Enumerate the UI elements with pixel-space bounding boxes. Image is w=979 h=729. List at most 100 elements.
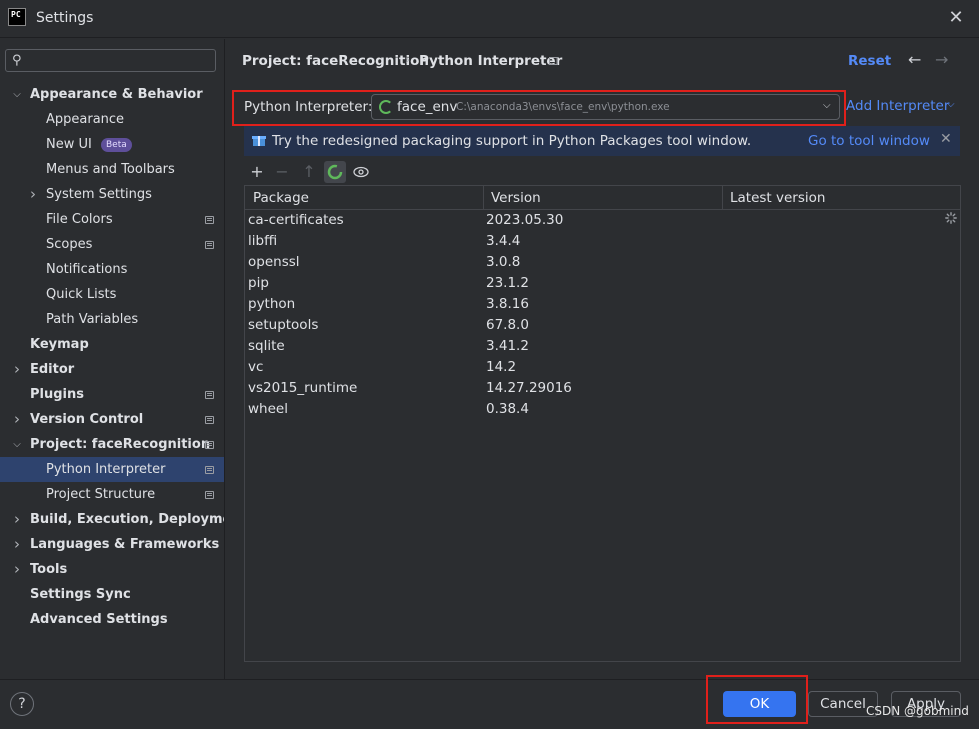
sidebar-item[interactable]: New UI Beta: [0, 132, 224, 157]
conda-toggle-icon[interactable]: [324, 161, 346, 183]
settings-sidebar: ⚲ ⌵ Appearance & Behavior Appearance New UI…: [0, 39, 247, 679]
back-arrow-icon[interactable]: ←: [908, 50, 921, 69]
sidebar-item-label: Version Control: [30, 412, 144, 427]
sidebar-item[interactable]: ⌵ Appearance & Behavior: [0, 82, 224, 107]
package-name-cell: vc: [248, 359, 264, 375]
chevron-right-icon[interactable]: ›: [10, 507, 24, 532]
package-name-cell: setuptools: [248, 317, 319, 333]
chevron-right-icon[interactable]: ›: [10, 532, 24, 557]
reset-button[interactable]: Reset: [848, 53, 891, 69]
packaging-banner: Try the redesigned packaging support in …: [244, 126, 960, 156]
sidebar-item[interactable]: Project Structure: [0, 482, 224, 507]
sidebar-item[interactable]: › Version Control: [0, 407, 224, 432]
table-row[interactable]: vs2015_runtime 14.27.29016: [245, 379, 960, 400]
sidebar-item-label: Quick Lists: [46, 287, 117, 302]
forward-arrow-icon[interactable]: →: [935, 50, 948, 69]
table-row[interactable]: ca-certificates 2023.05.30: [245, 211, 960, 232]
sidebar-item[interactable]: › Editor: [0, 357, 224, 382]
sidebar-item[interactable]: ⌵ Project: faceRecognition: [0, 432, 224, 457]
package-name-cell: openssl: [248, 254, 300, 270]
table-row[interactable]: wheel 0.38.4: [245, 400, 960, 421]
version-cell: 14.2: [486, 359, 517, 375]
sidebar-item[interactable]: Menus and Toolbars: [0, 157, 224, 182]
sidebar-item[interactable]: › Languages & Frameworks: [0, 532, 224, 557]
column-header-version[interactable]: Version: [491, 190, 541, 206]
pycharm-logo-icon: PC: [8, 8, 26, 26]
eye-icon[interactable]: [350, 161, 372, 183]
sidebar-item-label: Notifications: [46, 262, 128, 277]
project-level-icon: [205, 491, 214, 499]
chevron-down-icon[interactable]: ⌵: [10, 82, 24, 107]
sidebar-item[interactable]: File Colors: [0, 207, 224, 232]
table-row[interactable]: python 3.8.16: [245, 295, 960, 316]
sidebar-item-label: Advanced Settings: [30, 612, 168, 627]
breadcrumb-project[interactable]: Project: faceRecognition: [242, 53, 429, 69]
ok-highlight-box: [706, 675, 808, 724]
version-cell: 14.27.29016: [486, 380, 572, 396]
sidebar-item[interactable]: › Tools: [0, 557, 224, 582]
watermark: CSDN @gobmind: [866, 704, 969, 718]
sidebar-item-label: Build, Execution, Deployment: [30, 512, 247, 527]
sidebar-item[interactable]: Appearance: [0, 107, 224, 132]
go-to-tool-window-link[interactable]: Go to tool window: [808, 133, 930, 149]
table-row[interactable]: pip 23.1.2: [245, 274, 960, 295]
table-row[interactable]: openssl 3.0.8: [245, 253, 960, 274]
table-row[interactable]: libffi 3.4.4: [245, 232, 960, 253]
package-name-cell: libffi: [248, 233, 278, 249]
sidebar-item[interactable]: Keymap: [0, 332, 224, 357]
package-name-cell: vs2015_runtime: [248, 380, 358, 396]
sidebar-item-label: File Colors: [46, 212, 113, 227]
show-details-eye-icon: [353, 166, 369, 178]
sidebar-item-label: Editor: [30, 362, 75, 377]
project-level-icon: [205, 441, 214, 449]
packages-toolbar: + − ↑: [244, 160, 960, 184]
chevron-right-icon[interactable]: ›: [26, 182, 40, 207]
chevron-down-icon[interactable]: ⌵: [10, 432, 24, 457]
sidebar-item[interactable]: Scopes: [0, 232, 224, 257]
project-level-icon: [205, 391, 214, 399]
sidebar-item-label: Project Structure: [46, 487, 156, 502]
close-icon[interactable]: ✕: [940, 131, 952, 147]
column-header-latest-version[interactable]: Latest version: [730, 190, 825, 206]
sidebar-item-label: Scopes: [46, 237, 93, 252]
breadcrumb-separator-icon: ›: [405, 53, 411, 68]
title-bar: PC Settings ✕: [0, 0, 979, 38]
sidebar-item[interactable]: Advanced Settings: [0, 607, 224, 632]
chevron-right-icon[interactable]: ›: [10, 407, 24, 432]
column-divider[interactable]: [722, 186, 723, 210]
upgrade-package-icon[interactable]: ↑: [298, 161, 320, 183]
table-row[interactable]: sqlite 3.41.2: [245, 337, 960, 358]
beta-badge: Beta: [101, 138, 132, 152]
sidebar-item[interactable]: Plugins: [0, 382, 224, 407]
settings-search-input[interactable]: ⚲: [5, 49, 216, 72]
dialog-footer: ? OK Cancel Apply: [0, 679, 979, 729]
close-icon[interactable]: ✕: [946, 8, 966, 28]
window-title: Settings: [36, 10, 94, 26]
sidebar-item[interactable]: › Build, Execution, Deployment: [0, 507, 247, 532]
help-button[interactable]: ?: [10, 692, 34, 716]
sidebar-item[interactable]: Settings Sync: [0, 582, 224, 607]
project-level-icon: [205, 416, 214, 424]
chevron-right-icon[interactable]: ›: [10, 557, 24, 582]
column-header-package[interactable]: Package: [253, 190, 309, 206]
sidebar-item-label: Path Variables: [46, 312, 139, 327]
sidebar-item[interactable]: Notifications: [0, 257, 224, 282]
gift-icon: [252, 136, 266, 146]
table-row[interactable]: setuptools 67.8.0: [245, 316, 960, 337]
sidebar-item[interactable]: Path Variables: [0, 307, 224, 332]
table-row[interactable]: vc 14.2: [245, 358, 960, 379]
column-divider[interactable]: [483, 186, 484, 210]
main-panel: Project: faceRecognition › Python Interp…: [224, 39, 979, 679]
sidebar-item[interactable]: Quick Lists: [0, 282, 224, 307]
version-cell: 3.4.4: [486, 233, 521, 249]
chevron-down-icon: ⌵: [947, 99, 955, 110]
add-package-icon[interactable]: +: [246, 161, 268, 183]
project-level-icon: [205, 241, 214, 249]
chevron-right-icon[interactable]: ›: [10, 357, 24, 382]
add-interpreter-button[interactable]: Add Interpreter: [846, 98, 949, 114]
sidebar-item-label: Python Interpreter: [46, 462, 166, 477]
sidebar-item[interactable]: › System Settings: [0, 182, 224, 207]
page-title: Python Interpreter: [419, 53, 563, 69]
sidebar-item[interactable]: Python Interpreter: [0, 457, 224, 482]
remove-package-icon[interactable]: −: [271, 161, 293, 183]
